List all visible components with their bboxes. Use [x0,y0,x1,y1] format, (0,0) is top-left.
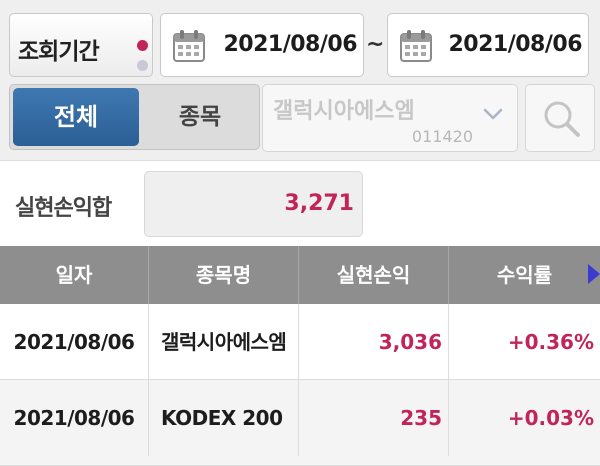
calendar-icon [173,30,205,62]
date-to-value: 2021/08/06 [448,32,582,57]
row-return-rate: +0.03% [507,406,594,430]
table-row[interactable]: 2021/08/06 갤럭시아에스엠 3,036 +0.36% [0,304,600,380]
column-header-pl: 실현손익 [299,246,449,304]
scope-toggle: 전체 종목 [9,84,260,150]
date-from-field[interactable]: 2021/08/06 [160,13,364,77]
summary-value-box: 3,271 [144,171,363,237]
table-row[interactable]: 2021/08/06 KODEX 200 235 +0.03% [0,380,600,466]
column-header-rate: 수익률 [496,263,553,287]
column-header-name: 종목명 [149,246,299,304]
summary-value: 3,271 [284,191,354,216]
stock-selector[interactable]: 갤럭시아에스엠 011420 [262,84,518,152]
summary-label: 실현손익합 [15,196,112,221]
page-indicator-active [137,40,148,51]
period-button[interactable]: 조회기간 [9,13,153,77]
tab-all[interactable]: 전체 [13,88,139,146]
date-from-value: 2021/08/06 [223,32,357,57]
table-header: 일자 종목명 실현손익 수익률 [0,246,600,304]
row-stock-name: 갤럭시아에스엠 [149,304,299,380]
date-to-field[interactable]: 2021/08/06 [387,13,589,77]
stock-code: 011420 [411,127,473,146]
row-stock-name: KODEX 200 [149,380,299,456]
tab-stock[interactable]: 종목 [141,85,259,149]
chevron-down-icon [483,108,503,120]
row-date: 2021/08/06 [0,380,149,456]
row-realized-pl: 235 [299,380,449,456]
date-range-separator: ~ [366,32,385,57]
calendar-icon [400,30,432,62]
realized-pl-summary: 실현손익합 3,271 [0,160,600,246]
row-realized-pl: 3,036 [299,304,449,380]
stock-name: 갤럭시아에스엠 [273,99,415,124]
scroll-right-icon[interactable] [588,264,600,284]
search-icon [544,101,580,137]
row-date: 2021/08/06 [0,304,149,380]
period-label: 조회기간 [18,39,100,65]
page-indicator-inactive [137,60,148,71]
column-header-date: 일자 [0,246,149,304]
row-return-rate: +0.36% [507,330,594,354]
search-button[interactable] [525,84,595,152]
